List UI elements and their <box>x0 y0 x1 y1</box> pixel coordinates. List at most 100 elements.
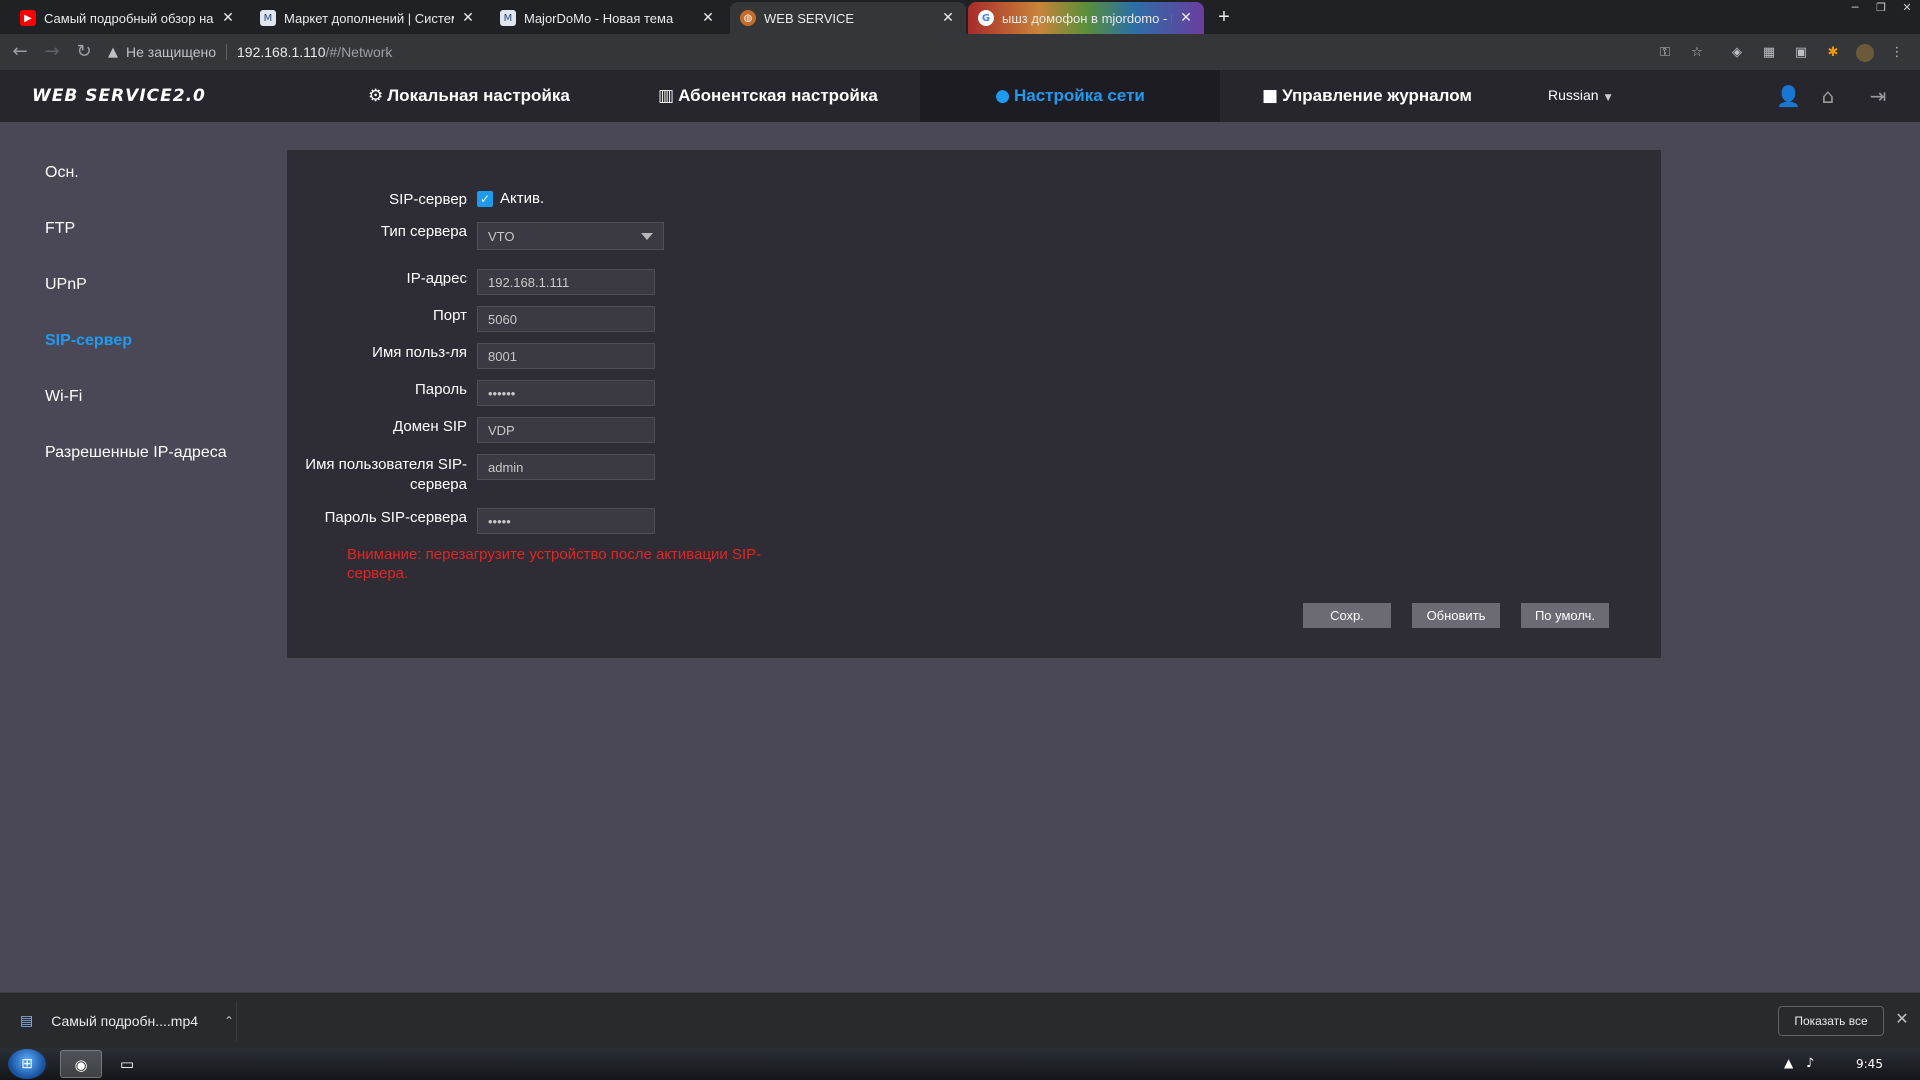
explorer-taskbar-icon[interactable]: ▭ <box>106 1050 148 1078</box>
window-controls: ─ ❐ ✕ <box>1842 0 1920 16</box>
close-tab-icon[interactable]: ✕ <box>1178 10 1194 26</box>
default-button[interactable]: По умолч. <box>1521 603 1609 628</box>
address-bar[interactable]: ▲ Не защищено 192.168.1.110 /#/Network <box>108 38 1688 66</box>
chevron-up-icon[interactable]: ⌃ <box>224 1014 234 1028</box>
close-tab-icon[interactable]: ✕ <box>220 10 236 26</box>
browser-tab-active[interactable]: ◍ WEB SERVICE ✕ <box>730 2 966 34</box>
download-shelf: ▤ Самый подробн....mp4 ⌃ Показать все ✕ <box>0 992 1920 1048</box>
nav-subscriber-settings[interactable]: ▥ Абонентская настройка <box>658 70 878 122</box>
nav-local-settings[interactable]: ⚙ Локальная настройка <box>368 70 570 122</box>
close-shelf-icon[interactable]: ✕ <box>1892 1009 1912 1029</box>
sip-domain-input[interactable]: VDP <box>477 417 655 443</box>
download-item[interactable]: ▤ Самый подробн....mp4 ⌃ <box>20 1007 234 1035</box>
sip-server-label: SIP-сервер <box>389 191 467 208</box>
star-icon[interactable]: ☆ <box>1688 44 1706 62</box>
sidebar-item-ftp[interactable]: FTP <box>45 220 75 238</box>
sidebar-item-allowed-ip[interactable]: Разрешенные IP-адреса <box>45 444 227 462</box>
logout-icon[interactable]: ⇥ <box>1860 84 1896 108</box>
sip-username-label-line2: сервера <box>409 476 467 493</box>
browser-tab-strip: ▶ Самый подробный обзор настр ✕ M Маркет… <box>0 0 1920 34</box>
minimize-icon[interactable]: ─ <box>1842 0 1868 16</box>
download-file-name: Самый подробн....mp4 <box>51 1013 199 1029</box>
show-all-downloads-button[interactable]: Показать все <box>1778 1006 1884 1036</box>
back-icon[interactable]: ← <box>10 42 30 62</box>
key-icon[interactable]: ⚿ <box>1656 44 1674 62</box>
close-tab-icon[interactable]: ✕ <box>700 10 716 26</box>
ip-address-input[interactable]: 192.168.1.111 <box>477 269 655 295</box>
browser-tab[interactable]: ▶ Самый подробный обзор настр ✕ <box>10 2 246 34</box>
close-window-icon[interactable]: ✕ <box>1894 0 1920 16</box>
extension-grid-icon[interactable]: ▦ <box>1760 44 1778 62</box>
user-icon[interactable]: 👤 <box>1776 84 1801 108</box>
server-type-select[interactable]: VTO <box>477 222 664 250</box>
nav-log-management[interactable]: ■ Управление журналом <box>1262 70 1472 122</box>
password-input[interactable]: •••••• <box>477 380 655 406</box>
new-tab-button[interactable]: + <box>1212 6 1236 30</box>
sip-password-input[interactable]: ••••• <box>477 508 655 534</box>
forward-icon[interactable]: → <box>42 42 62 62</box>
puzzle-icon[interactable]: ✱ <box>1824 44 1842 62</box>
sip-username-label: Имя пользователя SIP- сервера <box>287 455 467 495</box>
extension-screen-icon[interactable]: ▣ <box>1792 44 1810 62</box>
clock[interactable]: 9:45 <box>1856 1057 1883 1071</box>
sip-username-input[interactable]: admin <box>477 454 655 480</box>
divider <box>226 44 227 60</box>
sip-domain-label: Домен SIP <box>393 418 467 435</box>
log-icon: ■ <box>1262 86 1279 106</box>
sip-password-label: Пароль SIP-сервера <box>324 509 467 526</box>
tab-title: WEB SERVICE <box>764 10 855 26</box>
browser-tab[interactable]: G ышз домофон в mjordomo - По ✕ <box>968 2 1204 34</box>
language-select[interactable]: Russian ▼ <box>1548 87 1612 103</box>
menu-icon[interactable]: ⋮ <box>1888 44 1906 62</box>
server-type-label: Тип сервера <box>380 223 467 240</box>
sidebar-item-wifi[interactable]: Wi-Fi <box>45 388 82 406</box>
youtube-icon: ▶ <box>20 10 36 26</box>
close-tab-icon[interactable]: ✕ <box>460 10 476 26</box>
tray-arrow-icon[interactable]: ▲ <box>1784 1056 1793 1070</box>
security-label: Не защищено <box>126 44 216 60</box>
browser-tab[interactable]: M Маркет дополнений | Система ✕ <box>250 2 486 34</box>
reboot-warning: Внимание: перезагрузите устройство после… <box>347 546 762 582</box>
nav-label: Абонентская настройка <box>678 86 878 105</box>
sidebar: Осн. FTP UPnP SIP-сервер Wi-Fi Разрешенн… <box>0 122 287 992</box>
sip-settings-panel: SIP-сервер ✓ Актив. Тип сервера VTO IP-а… <box>287 150 1661 658</box>
globe-icon: ● <box>995 86 1010 106</box>
tab-title: MajorDoMo - Новая тема <box>524 10 674 26</box>
language-label: Russian <box>1548 87 1599 103</box>
nav-label: Настройка сети <box>1013 86 1145 105</box>
sip-username-label-line1: Имя пользователя SIP- <box>305 456 467 473</box>
sip-enabled-label: Актив. <box>500 190 545 207</box>
google-icon: G <box>978 10 994 26</box>
majordomo-icon: M <box>260 10 276 26</box>
nav-network-settings[interactable]: ● Настройка сети <box>920 70 1220 122</box>
sidebar-item-basic[interactable]: Осн. <box>45 164 79 182</box>
start-button[interactable]: ⊞ <box>8 1049 46 1079</box>
port-label: Порт <box>432 307 467 324</box>
reload-icon[interactable]: ↻ <box>74 42 94 62</box>
username-input[interactable]: 8001 <box>477 343 655 369</box>
save-button[interactable]: Сохр. <box>1303 603 1391 628</box>
building-icon: ▥ <box>658 86 675 106</box>
close-tab-icon[interactable]: ✕ <box>940 10 956 26</box>
url-host: 192.168.1.110 <box>237 44 326 60</box>
chevron-down-icon: ▼ <box>1604 93 1612 103</box>
video-file-icon: ▤ <box>20 1013 34 1029</box>
nav-label: Управление журналом <box>1282 86 1472 105</box>
sip-enabled-checkbox[interactable]: ✓ <box>477 191 493 207</box>
tab-title: Самый подробный обзор настр <box>44 10 214 26</box>
majordomo-icon: M <box>500 10 516 26</box>
avatar[interactable] <box>1856 44 1874 62</box>
divider <box>236 1001 237 1041</box>
ip-address-label: IP-адрес <box>406 270 467 287</box>
sidebar-item-sip-server[interactable]: SIP-сервер <box>45 332 132 350</box>
refresh-button[interactable]: Обновить <box>1412 603 1500 628</box>
browser-tab[interactable]: M MajorDoMo - Новая тема ✕ <box>490 2 726 34</box>
volume-icon[interactable]: ♪ <box>1806 1056 1814 1071</box>
sidebar-item-upnp[interactable]: UPnP <box>45 276 87 294</box>
chrome-taskbar-icon[interactable]: ◉ <box>60 1050 102 1078</box>
home-icon[interactable]: ⌂ <box>1816 84 1840 108</box>
restore-icon[interactable]: ❐ <box>1868 0 1894 16</box>
password-label: Пароль <box>414 381 467 398</box>
extension-shield-icon[interactable]: ◈ <box>1728 44 1746 62</box>
port-input[interactable]: 5060 <box>477 306 655 332</box>
